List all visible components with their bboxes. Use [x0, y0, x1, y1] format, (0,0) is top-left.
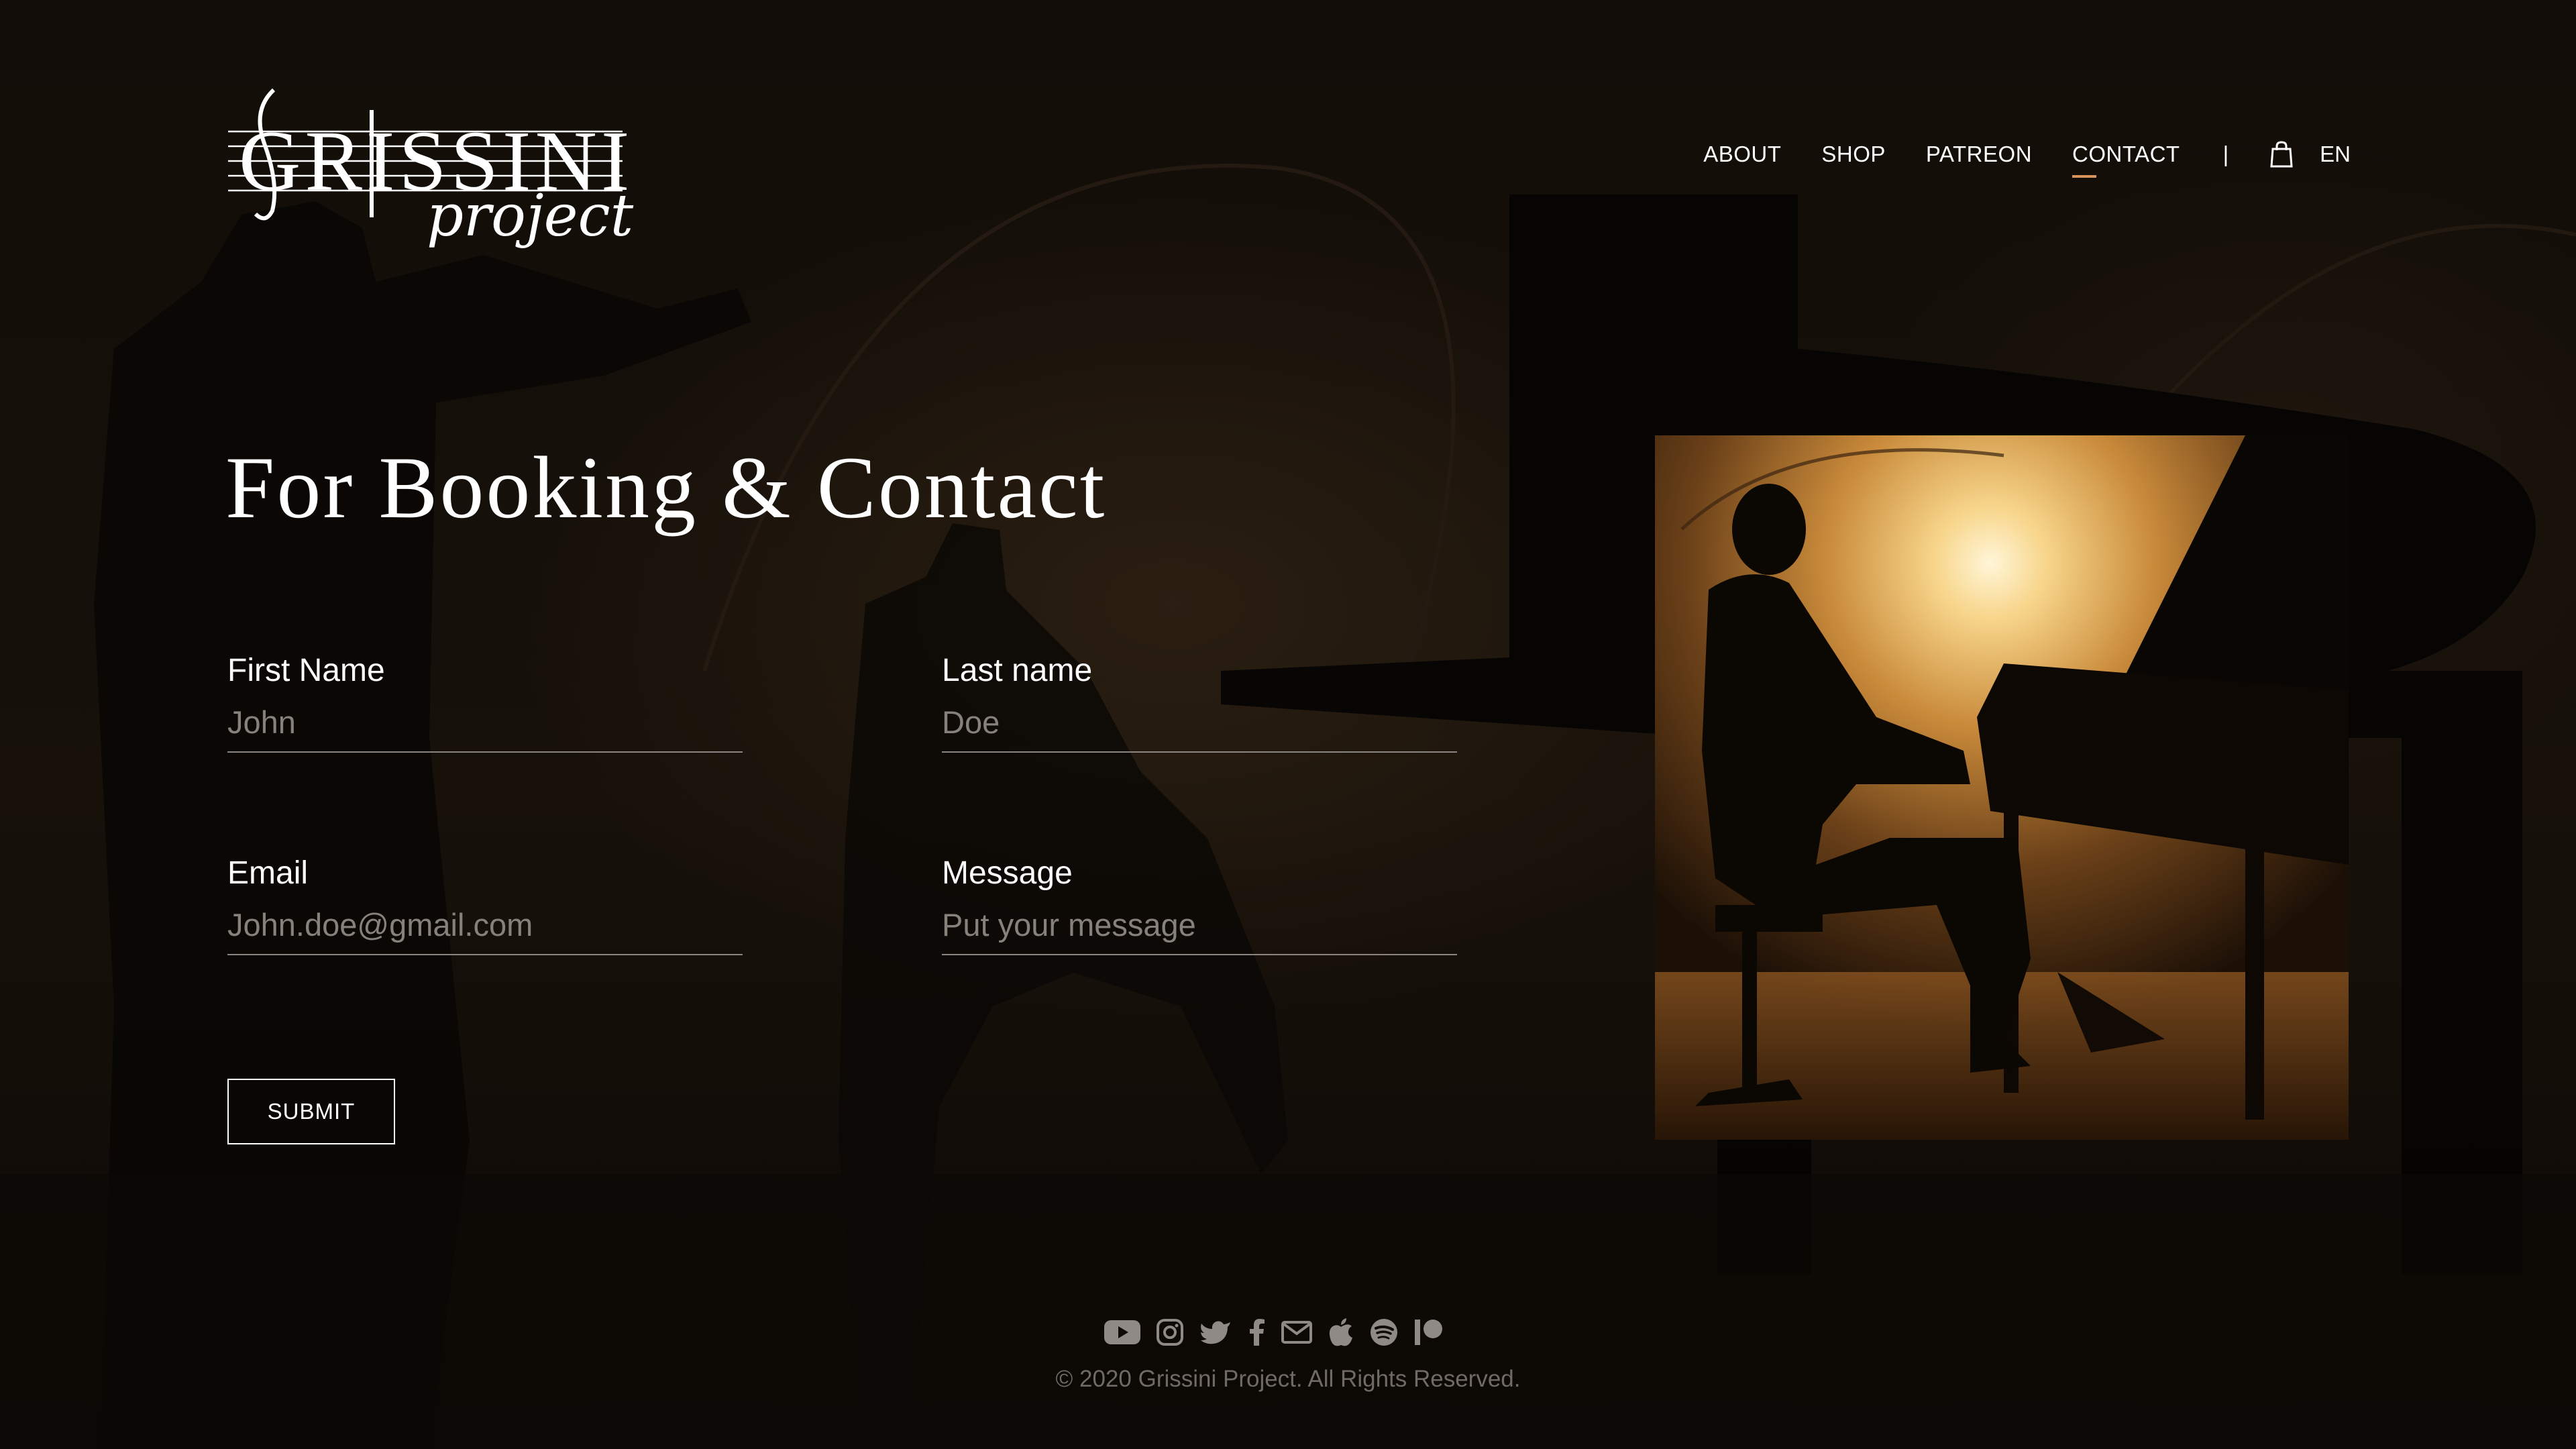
shopping-bag-icon[interactable] [2270, 141, 2293, 168]
youtube-icon[interactable] [1104, 1319, 1140, 1349]
first-name-label: First Name [227, 653, 385, 688]
nav-item-shop[interactable]: SHOP [1821, 142, 1886, 167]
nav-item-about[interactable]: ABOUT [1703, 142, 1781, 167]
pianist-photo [1655, 435, 2349, 1140]
last-name-field-group: Last name [942, 652, 1457, 753]
mail-icon[interactable] [1281, 1319, 1312, 1349]
email-field-group: Email [227, 855, 743, 955]
logo-subtitle: project [427, 182, 634, 250]
twitter-icon[interactable] [1199, 1319, 1232, 1349]
language-switcher[interactable]: EN [2320, 142, 2351, 167]
email-label: Email [227, 855, 309, 891]
page-title: For Booking & Contact [225, 438, 1107, 537]
last-name-input[interactable] [942, 704, 1457, 753]
apple-icon[interactable] [1328, 1318, 1354, 1350]
nav-item-contact[interactable]: CONTACT [2072, 142, 2180, 178]
message-input[interactable] [942, 906, 1457, 955]
brand-logo[interactable]: GRISSINI project [225, 83, 633, 251]
message-field-group: Message [942, 855, 1457, 955]
nav-item-patreon[interactable]: PATREON [1926, 142, 2032, 167]
facebook-icon[interactable] [1248, 1318, 1265, 1349]
nav-separator: | [2222, 142, 2229, 166]
patreon-icon[interactable] [1414, 1319, 1444, 1349]
instagram-icon[interactable] [1157, 1318, 1183, 1349]
social-links [1104, 1315, 1444, 1352]
first-name-field-group: First Name [227, 652, 743, 753]
main-nav: ABOUT SHOP PATREON CONTACT | EN [1663, 134, 2351, 178]
spotify-icon[interactable] [1370, 1318, 1398, 1350]
copyright-text: © 2020 Grissini Project. All Rights Rese… [1055, 1366, 1521, 1392]
first-name-input[interactable] [227, 704, 743, 753]
message-label: Message [942, 855, 1073, 891]
submit-button[interactable]: SUBMIT [227, 1079, 395, 1144]
last-name-label: Last name [942, 653, 1093, 688]
email-input[interactable] [227, 906, 743, 955]
